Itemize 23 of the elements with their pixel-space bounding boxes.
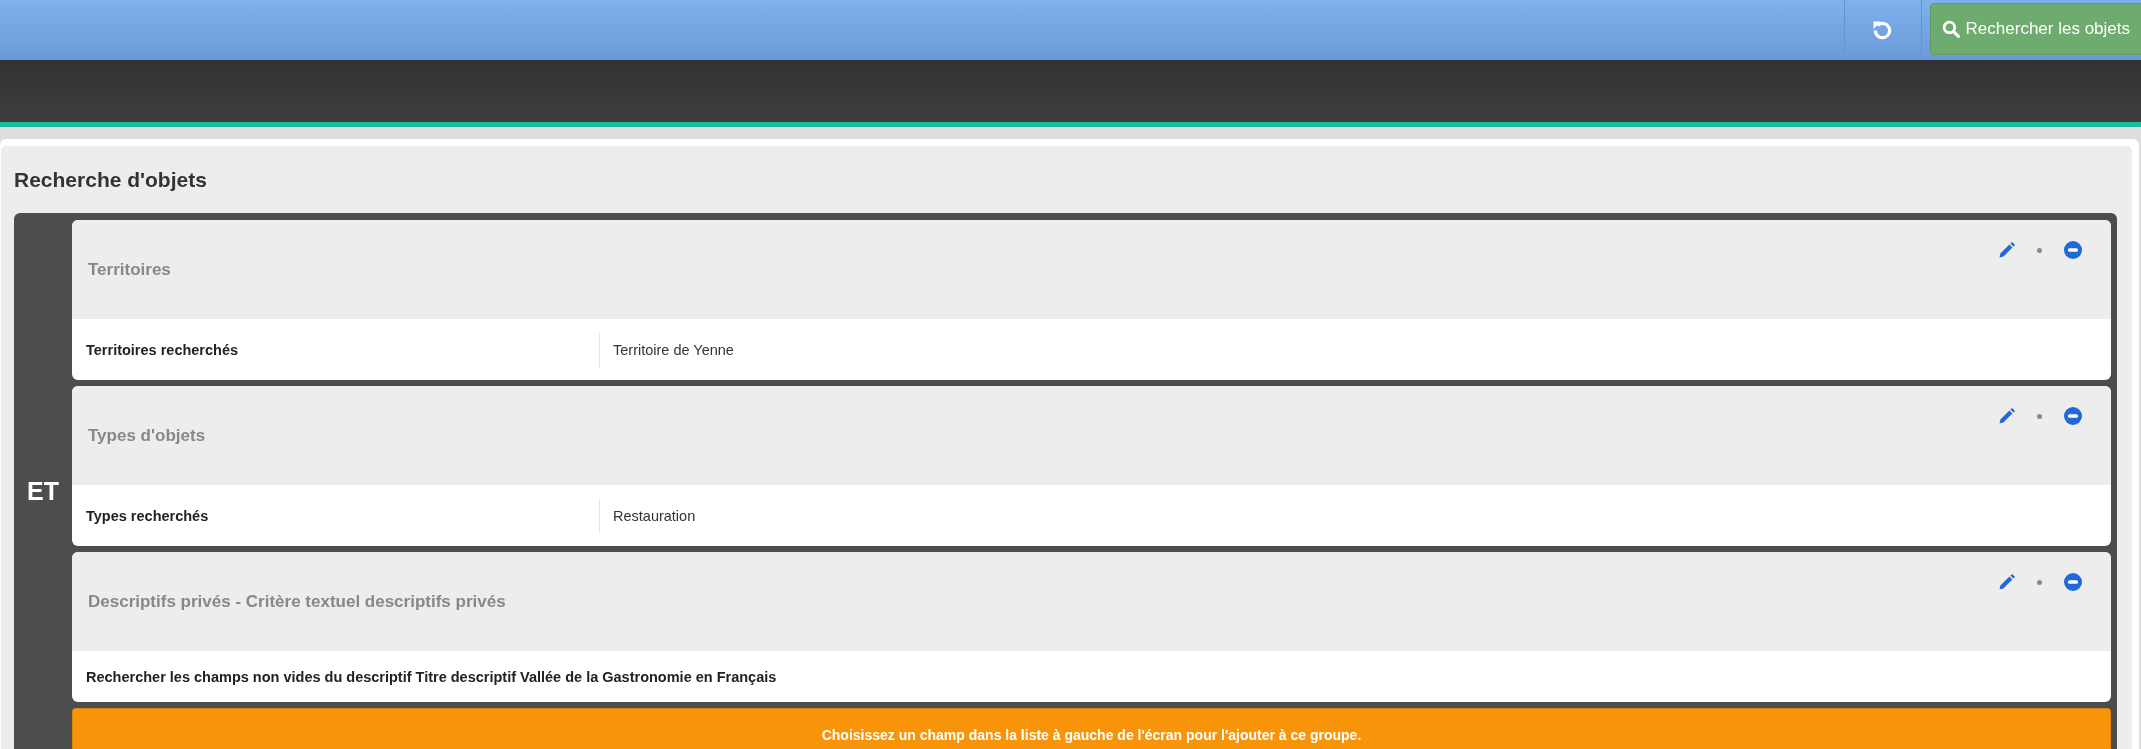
card-title: Types d'objets [88,425,206,446]
dot-icon [2037,413,2042,419]
minus-circle-icon[interactable] [2064,407,2082,425]
minus-circle-icon[interactable] [2064,241,2082,259]
card-title: Territoires [88,259,171,280]
dot-icon [2037,579,2042,585]
field-value: Territoire de Yenne [613,341,734,358]
pencil-icon[interactable] [1999,242,2015,258]
card-title: Descriptifs privés - Critère textuel descriptifs privés [88,591,506,612]
criterion-description: Rechercher les champs non vides du descriptif Titre descriptif Vallée de la Gastronomie en Français [86,668,777,685]
dot-icon [2037,247,2042,253]
minus-circle-icon[interactable] [2064,573,2082,591]
field-label: Territoires recherchés [86,341,239,358]
pencil-icon[interactable] [1999,408,2015,424]
group-operator-label: ET [27,477,59,505]
search-icon [1941,20,1960,38]
page-title: Recherche d'objets [14,168,208,192]
field-label: Types recherchés [86,507,209,524]
refresh-icon [1872,19,1894,41]
field-value: Restauration [613,507,696,524]
search-button[interactable]: Rechercher les objets [1929,3,2141,55]
pencil-icon[interactable] [1999,574,2015,590]
drop-zone: Choisissez un champ dans la liste à gauche de l'écran pour l'ajouter à ce groupe. [72,708,2111,749]
